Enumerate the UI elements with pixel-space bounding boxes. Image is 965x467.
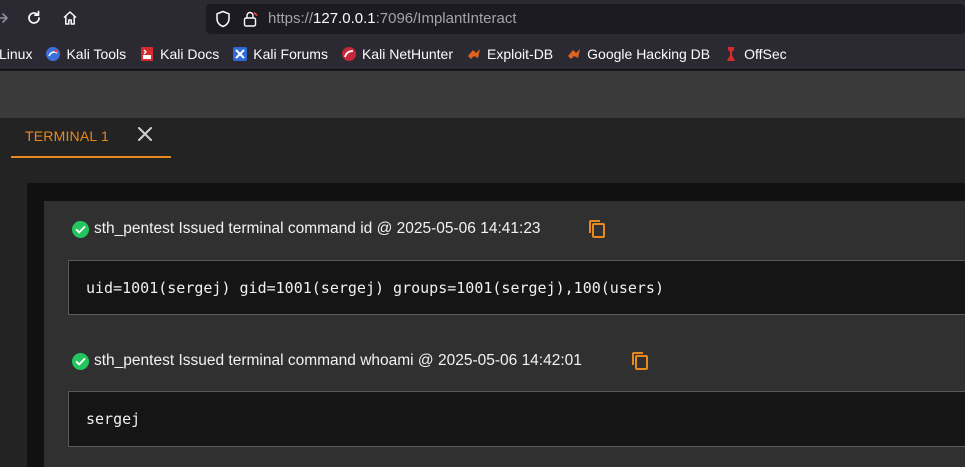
close-icon[interactable] — [134, 123, 156, 145]
bookmark-offsec[interactable]: OffSec — [723, 46, 787, 62]
bookmark-label: OffSec — [744, 45, 787, 62]
bookmark-label: Kali Forums — [253, 45, 328, 62]
url-text[interactable]: https://127.0.0.1:7096/ImplantInteract — [268, 10, 517, 27]
bookmark-label: Kali NetHunter — [361, 45, 454, 62]
check-circle-icon — [72, 220, 89, 238]
tab-label: TERMINAL 1 — [25, 128, 109, 144]
command-entry-header: sth_pentest Issued terminal command id @… — [72, 220, 541, 238]
browser-toolbar: https://127.0.0.1:7096/ImplantInteract — [0, 0, 965, 38]
url-bar[interactable]: https://127.0.0.1:7096/ImplantInteract — [206, 4, 965, 34]
command-output: sergej — [68, 391, 965, 447]
command-entry-header: sth_pentest Issued terminal command whoa… — [72, 352, 582, 370]
shield-icon[interactable] — [214, 10, 232, 33]
tab-terminal-1[interactable]: TERMINAL 1 — [11, 118, 171, 158]
copy-icon[interactable] — [630, 351, 650, 371]
bookmark-label: Kali Docs — [160, 45, 220, 62]
bookmark-kali-docs[interactable]: Kali Docs — [139, 46, 219, 62]
command-header-text: sth_pentest Issued terminal command whoa… — [94, 352, 582, 369]
bookmark-kali-nethunter[interactable]: Kali NetHunter — [341, 46, 453, 62]
ghdb-icon — [566, 46, 582, 62]
bookmark-label: Linux — [0, 45, 33, 62]
reload-icon[interactable] — [22, 6, 46, 30]
exploit-db-icon — [466, 46, 482, 62]
copy-icon[interactable] — [587, 219, 607, 239]
command-output-text: sergej — [86, 410, 141, 428]
bookmark-linux[interactable]: Linux — [0, 46, 32, 62]
lock-icon[interactable] — [241, 10, 259, 33]
app-header — [0, 71, 965, 118]
home-icon[interactable] — [58, 6, 82, 30]
bookmark-ghdb[interactable]: Google Hacking DB — [566, 46, 710, 62]
bookmarks-bar: Linux Kali Tools Kali Docs Kali Forums K… — [0, 38, 965, 70]
bookmark-label: Exploit-DB — [487, 45, 554, 62]
bookmark-kali-forums[interactable]: Kali Forums — [232, 46, 328, 62]
url-host: 127.0.0.1 — [313, 10, 376, 27]
kali-forums-icon — [232, 46, 248, 62]
kali-nethunter-icon — [341, 46, 357, 62]
forward-icon[interactable] — [0, 6, 14, 30]
check-circle-icon — [72, 352, 89, 370]
url-path: :7096/ImplantInteract — [375, 10, 517, 27]
kali-docs-icon — [139, 46, 155, 62]
bookmark-exploit-db[interactable]: Exploit-DB — [466, 46, 553, 62]
kali-tools-icon — [45, 46, 61, 62]
command-output-text: uid=1001(sergej) gid=1001(sergej) groups… — [86, 279, 664, 297]
bookmark-kali-tools[interactable]: Kali Tools — [45, 46, 126, 62]
offsec-icon — [723, 46, 739, 62]
bookmark-label: Google Hacking DB — [587, 45, 711, 62]
command-output: uid=1001(sergej) gid=1001(sergej) groups… — [68, 260, 965, 315]
url-scheme: https:// — [268, 10, 314, 27]
command-header-text: sth_pentest Issued terminal command id @… — [94, 220, 541, 237]
bookmark-label: Kali Tools — [66, 45, 127, 62]
